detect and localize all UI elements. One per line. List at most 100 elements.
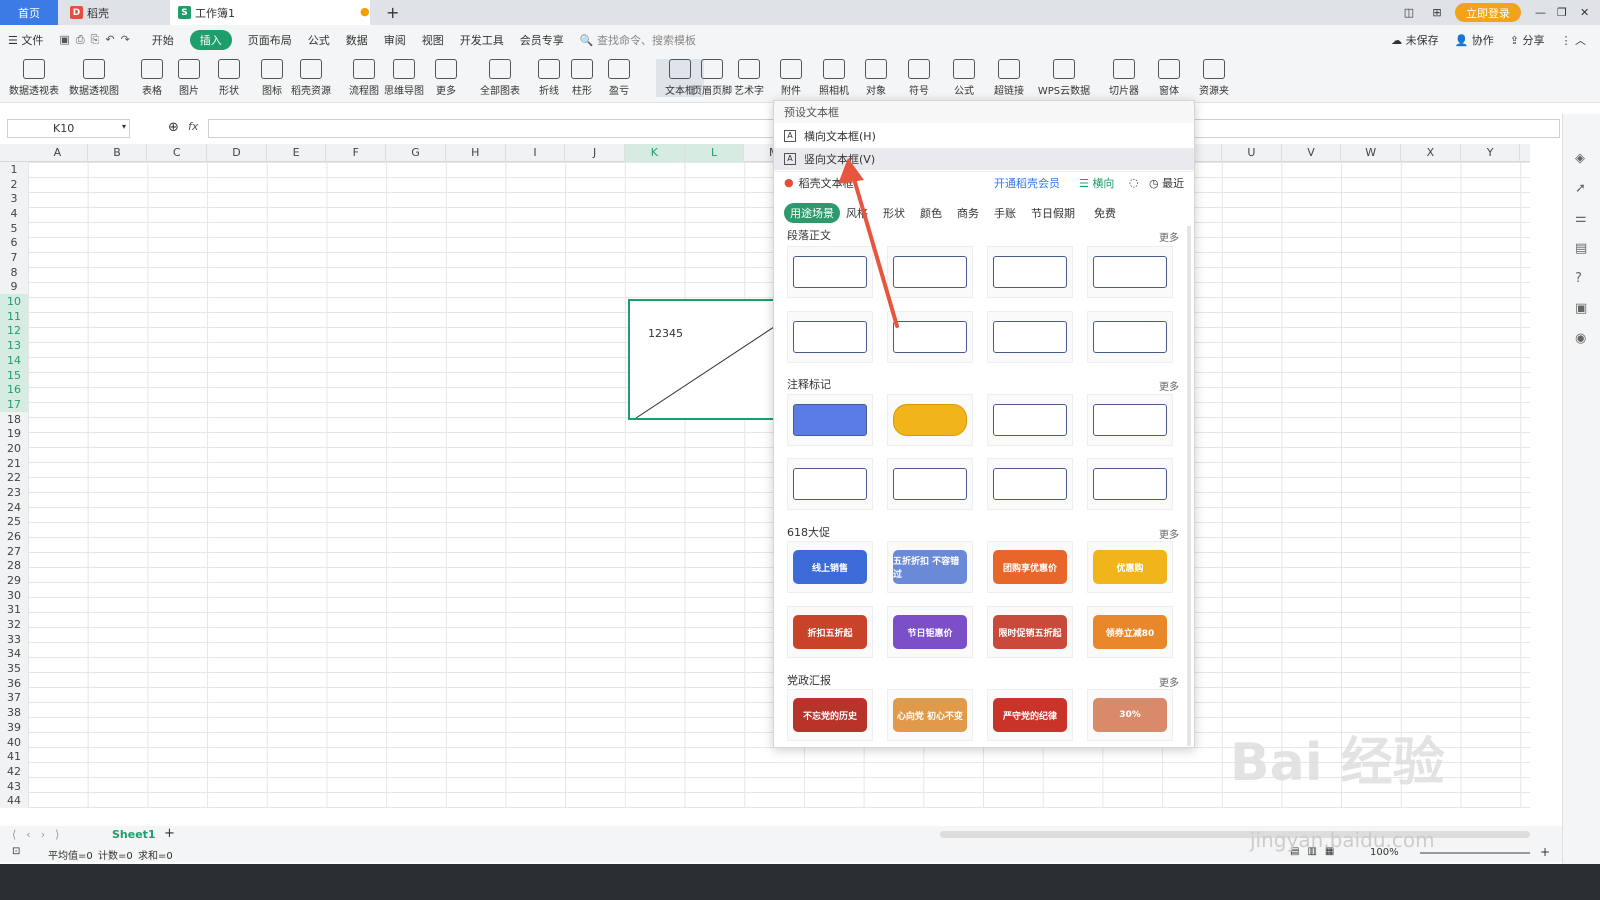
menu-data[interactable]: 数据 (346, 32, 368, 48)
sheet-tab-sheet1[interactable]: Sheet1 (112, 828, 156, 841)
ribbon-btn-21[interactable]: 公式 (940, 59, 988, 97)
side-tool-icons[interactable]: ◈ ➚ ⚌ ▤? ▣ ◉ (1575, 144, 1600, 354)
row-header[interactable]: 8 (0, 265, 28, 280)
ribbon-btn-26[interactable]: 资源夹 (1190, 59, 1238, 97)
ribbon-btn-18[interactable]: 照相机 (810, 59, 858, 97)
row-header[interactable]: 11 (0, 308, 28, 324)
column-header[interactable]: D (207, 144, 267, 162)
column-header[interactable]: C (147, 144, 208, 162)
name-box[interactable]: K10 ▾ (7, 119, 130, 138)
file-menu[interactable]: ☰ 文件 (8, 32, 43, 48)
ribbon-btn-0[interactable]: 数据透视表 (9, 59, 59, 97)
ribbon-btn-17[interactable]: 附件 (767, 59, 815, 97)
row-header[interactable]: 3 (0, 191, 28, 206)
row-header[interactable]: 23 (0, 485, 28, 500)
template-thumbnail[interactable] (987, 394, 1073, 446)
row-header[interactable]: 44 (0, 793, 28, 808)
template-thumbnail[interactable] (887, 458, 973, 510)
row-header[interactable]: 31 (0, 602, 28, 617)
chat-icon[interactable]: ◌ (1129, 176, 1139, 189)
orientation-toggle[interactable]: ☰ 横向 (1079, 175, 1114, 191)
template-thumbnail[interactable]: 严守党的纪律 (987, 689, 1073, 741)
row-header[interactable]: 34 (0, 646, 28, 661)
tab-daoke[interactable]: D 稻壳 (62, 0, 166, 25)
row-header[interactable]: 5 (0, 221, 28, 236)
ribbon-btn-10[interactable]: 全部图表 (476, 59, 524, 97)
template-thumbnail[interactable] (987, 311, 1073, 363)
column-header[interactable]: J (565, 144, 625, 162)
row-header[interactable]: 10 (0, 294, 28, 310)
ribbon-btn-4[interactable]: 形状 (205, 59, 253, 97)
row-header[interactable]: 17 (0, 396, 28, 412)
category-scene[interactable]: 用途场景 (784, 203, 840, 223)
ribbon-btn-9[interactable]: 更多 (422, 59, 470, 97)
section-annotation-more[interactable]: 更多 (1159, 378, 1179, 393)
column-header[interactable]: W (1341, 144, 1402, 162)
ribbon-btn-6[interactable]: 稻壳资源 (287, 59, 335, 97)
template-thumbnail[interactable] (1087, 458, 1173, 510)
section-party-more[interactable]: 更多 (1159, 674, 1179, 689)
template-thumbnail[interactable] (887, 311, 973, 363)
column-header[interactable]: V (1282, 144, 1342, 162)
row-header[interactable]: 4 (0, 206, 28, 221)
share-button[interactable]: ⇪ 分享 (1510, 32, 1545, 48)
quick-access-icons[interactable]: ▣⎙⎘↶↷ (59, 33, 135, 47)
template-thumbnail[interactable] (787, 311, 873, 363)
row-header[interactable]: 16 (0, 382, 28, 398)
menu-start[interactable]: 开始 (152, 32, 174, 48)
category-color[interactable]: 颜色 (920, 205, 942, 221)
template-thumbnail[interactable] (1087, 311, 1173, 363)
section-paragraph-more[interactable]: 更多 (1159, 229, 1179, 244)
row-header[interactable]: 24 (0, 500, 28, 515)
column-header[interactable]: F (327, 144, 387, 162)
template-thumbnail[interactable] (887, 246, 973, 298)
dropdown-scrollbar[interactable] (1187, 226, 1191, 746)
ribbon-btn-16[interactable]: 艺术字 (725, 59, 773, 97)
login-button[interactable]: 立即登录 (1455, 3, 1521, 22)
menu-review[interactable]: 审阅 (384, 32, 406, 48)
row-header[interactable]: 37 (0, 690, 28, 705)
column-header[interactable]: G (386, 144, 446, 162)
ribbon-btn-13[interactable]: 盈亏 (595, 59, 643, 97)
recent-button[interactable]: ◷ 最近 (1149, 175, 1184, 191)
row-header[interactable]: 27 (0, 544, 28, 559)
fx-icon[interactable]: fx (188, 120, 198, 133)
row-header[interactable]: 28 (0, 558, 28, 573)
unsaved-status[interactable]: ☁ 未保存 (1391, 32, 1439, 48)
close-icon[interactable]: ✕ (1580, 0, 1589, 25)
vertical-textbox-item[interactable]: A 竖向文本框(V) (774, 148, 1194, 170)
row-header[interactable]: 14 (0, 352, 28, 368)
row-header[interactable]: 30 (0, 588, 28, 603)
column-header[interactable]: X (1401, 144, 1461, 162)
template-thumbnail[interactable] (987, 458, 1073, 510)
macro-icon[interactable]: ⊡ (12, 846, 20, 857)
ribbon-btn-23[interactable]: WPS云数据 (1038, 59, 1090, 97)
ribbon-btn-25[interactable]: 窗体 (1145, 59, 1193, 97)
template-thumbnail[interactable] (787, 394, 873, 446)
column-header[interactable]: Y (1461, 144, 1521, 162)
column-header[interactable]: B (88, 144, 148, 162)
column-header[interactable]: K (625, 144, 685, 162)
new-tab-button[interactable]: + (386, 0, 399, 25)
menu-page-layout[interactable]: 页面布局 (248, 32, 292, 48)
row-header[interactable]: 1 (0, 162, 28, 177)
template-thumbnail[interactable] (887, 394, 973, 446)
template-thumbnail[interactable]: 折扣五折起 (787, 606, 873, 658)
menu-view[interactable]: 视图 (422, 32, 444, 48)
tab-home[interactable]: 首页 (0, 0, 58, 25)
row-header[interactable]: 20 (0, 441, 28, 456)
row-header[interactable]: 41 (0, 749, 28, 764)
column-header[interactable]: U (1222, 144, 1282, 162)
row-header[interactable]: 35 (0, 661, 28, 676)
ribbon-btn-24[interactable]: 切片器 (1100, 59, 1148, 97)
row-header[interactable]: 9 (0, 279, 28, 294)
zoom-in-icon[interactable]: + (1540, 845, 1550, 859)
row-header[interactable]: 38 (0, 705, 28, 720)
column-header[interactable]: A (28, 144, 88, 162)
menu-insert[interactable]: 插入 (189, 30, 232, 50)
template-thumbnail[interactable]: 节日钜惠价 (887, 606, 973, 658)
row-header[interactable]: 29 (0, 573, 28, 588)
minimize-icon[interactable]: — (1535, 0, 1546, 25)
column-header[interactable]: L (684, 144, 745, 162)
sheet-nav-arrows[interactable]: ⟨‹›⟩ (12, 828, 69, 841)
